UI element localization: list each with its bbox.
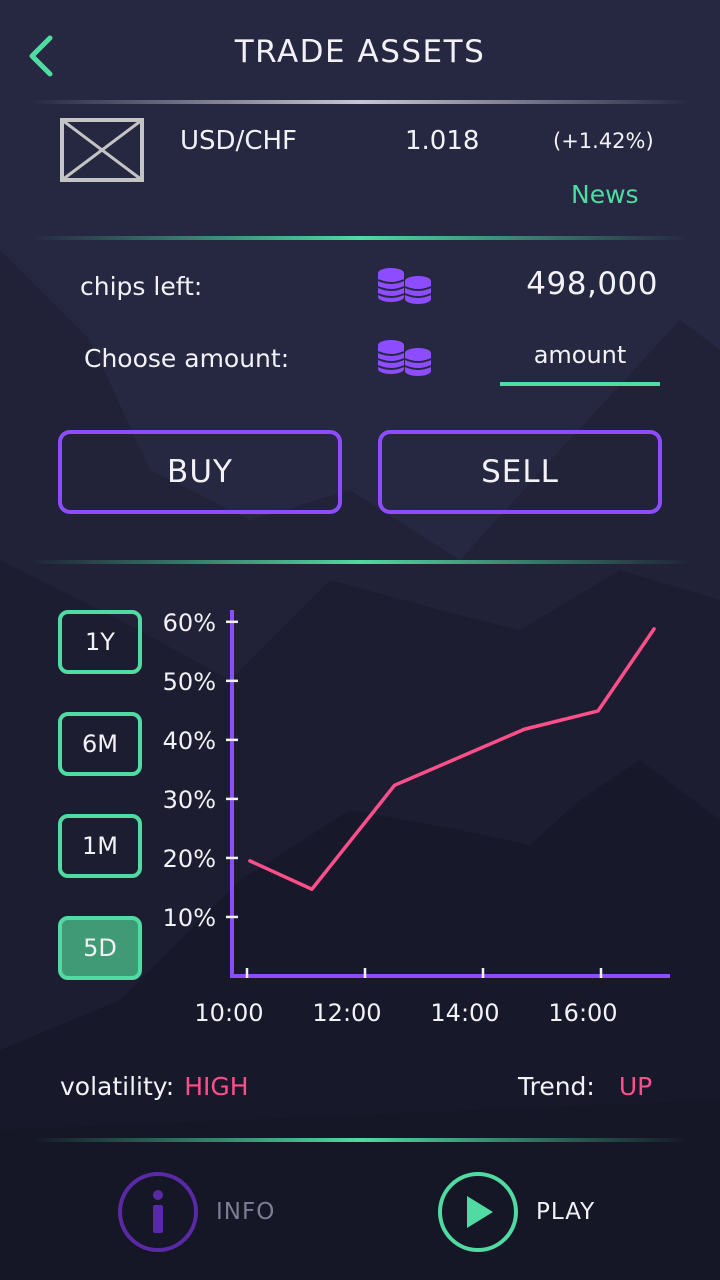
trend-value: UP [618,1072,653,1101]
buy-button[interactable]: BUY [58,430,342,514]
coins-icon [376,266,434,306]
series-line [248,627,656,891]
sell-button[interactable]: SELL [378,430,662,514]
trade-divider [30,560,690,564]
x-tick-label: 16:00 [548,999,617,1027]
asset-pair: USD/CHF [180,126,297,156]
data-point [393,783,396,787]
x-tick-label: 12:00 [312,999,381,1027]
range-6m-button[interactable]: 6M [58,712,142,776]
volatility-stat: volatility: HIGH [60,1072,249,1101]
info-icon [118,1172,198,1252]
y-tick-label: 10% [163,904,216,932]
asset-thumbnail [60,118,144,182]
amount-input[interactable] [500,334,660,386]
y-tick-label: 60% [163,609,216,637]
asset-divider [30,236,690,240]
coins-icon [376,338,434,378]
trend-stat: Trend: UP [518,1072,652,1101]
news-link[interactable]: News [571,180,639,209]
header-divider [30,100,690,104]
chips-value: 498,000 [526,266,658,302]
data-point [522,727,526,731]
y-tick-label: 20% [163,845,216,873]
trend-label: Trend: [518,1072,595,1101]
data-point [310,887,314,891]
x-tick-label: 10:00 [194,999,263,1027]
play-label: PLAY [536,1199,596,1225]
y-tick-label: 30% [163,786,216,814]
data-point [248,859,252,863]
data-point [596,709,600,713]
footer-divider [30,1138,690,1142]
play-button[interactable]: PLAY [438,1170,595,1254]
choose-amount-label: Choose amount: [84,344,290,373]
image-placeholder-icon [60,118,144,182]
volatility-value: HIGH [184,1072,249,1101]
volatility-label: volatility: [60,1072,175,1101]
price-chart: 10% 20% 30% 40% 50% 60% 10:00 12:00 14:00 16:00 [163,609,670,1027]
y-tick-label: 40% [163,727,216,755]
range-1m-button[interactable]: 1M [58,814,142,878]
range-1y-button[interactable]: 1Y [58,610,142,674]
page-title: TRADE ASSETS [234,34,486,70]
y-tick-label: 50% [163,668,216,696]
info-button[interactable]: INFO [118,1170,275,1254]
chips-left-label: chips left: [80,272,203,301]
range-5d-button[interactable]: 5D [58,916,142,980]
x-tick-label: 14:00 [430,999,499,1027]
asset-change: (+1.42%) [553,129,654,153]
info-label: INFO [216,1199,276,1225]
asset-price: 1.018 [405,126,480,156]
play-icon [438,1172,518,1252]
data-point [652,627,656,631]
